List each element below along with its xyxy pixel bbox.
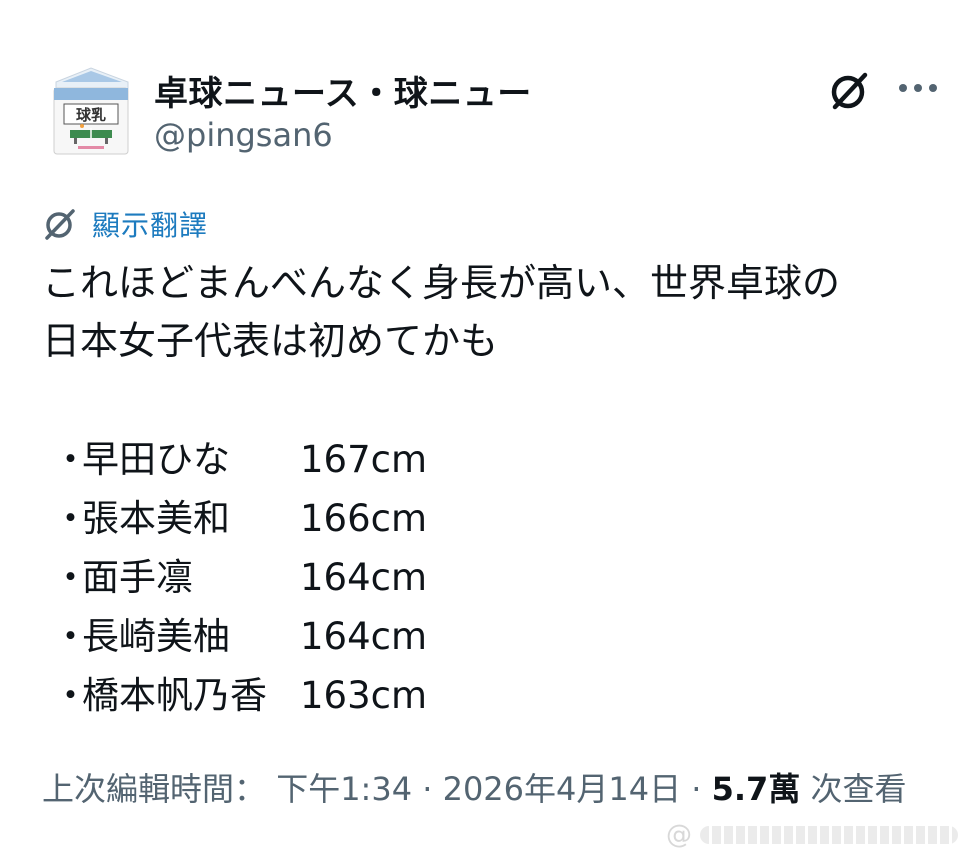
watermark-mark: @ [666,820,692,850]
meta-separator: · [681,770,712,808]
player-name: 早田ひな [82,438,230,481]
player-name: 橋本帆乃香 [82,674,267,717]
watermark: @ [666,818,966,852]
post-date[interactable]: 2026年4月14日 [443,770,682,808]
player-name: 面手凛 [82,556,193,599]
views-label: 次查看 [810,770,907,808]
grok-button[interactable] [822,64,876,118]
grok-translate-icon [40,204,80,244]
list-item: ・ 早田ひな 167cm [46,430,646,489]
list-item: ・ 張本美和 166cm [46,489,646,548]
player-height: 166cm [300,497,428,540]
more-horizontal-icon [899,84,937,92]
list-item: ・ 長崎美柚 164cm [46,607,646,666]
post-text: これほどまんべんなく身長が高い、世界卓球の 日本女子代表は初めてかも [42,254,942,370]
avatar[interactable]: 球乳 [48,64,134,158]
player-height: 164cm [300,556,428,599]
views-count: 5.7萬 [711,770,801,808]
meta-separator: · [412,770,443,808]
milk-carton-avatar-icon: 球乳 [53,67,129,155]
author-handle[interactable]: @pingsan6 [154,116,333,154]
grok-icon [831,72,868,110]
more-options-button[interactable] [890,66,946,110]
player-height: 163cm [300,674,428,717]
edited-label[interactable]: 上次編輯時間： [42,770,266,808]
post-meta: 上次編輯時間： 下午1:34 · 2026年4月14日 · 5.7萬 次查看 [42,764,922,814]
author-display-name[interactable]: 卓球ニュース・球ニュー [154,66,532,115]
list-item: ・ 橋本帆乃香 163cm [46,666,646,725]
post-text-line: 日本女子代表は初めてかも [42,319,499,363]
avatar-label: 球乳 [76,106,106,124]
height-list: ・ 早田ひな 167cm ・ 張本美和 166cm ・ 面手凛 164cm ・ … [46,430,646,725]
player-name: 張本美和 [82,497,230,540]
player-height: 167cm [300,438,428,481]
watermark-bar [700,826,958,844]
player-height: 164cm [300,615,428,658]
show-translation-label: 顯示翻譯 [92,209,209,242]
player-name: 長崎美柚 [82,615,230,658]
show-translation-link[interactable]: 顯示翻譯 [40,202,208,246]
list-item: ・ 面手凛 164cm [46,548,646,607]
post-time[interactable]: 下午1:34 [276,770,412,808]
post-text-line: これほどまんべんなく身長が高い、世界卓球の [42,261,841,305]
post-header: 球乳 卓球ニュース・球ニュー @pingsan6 [0,0,974,170]
